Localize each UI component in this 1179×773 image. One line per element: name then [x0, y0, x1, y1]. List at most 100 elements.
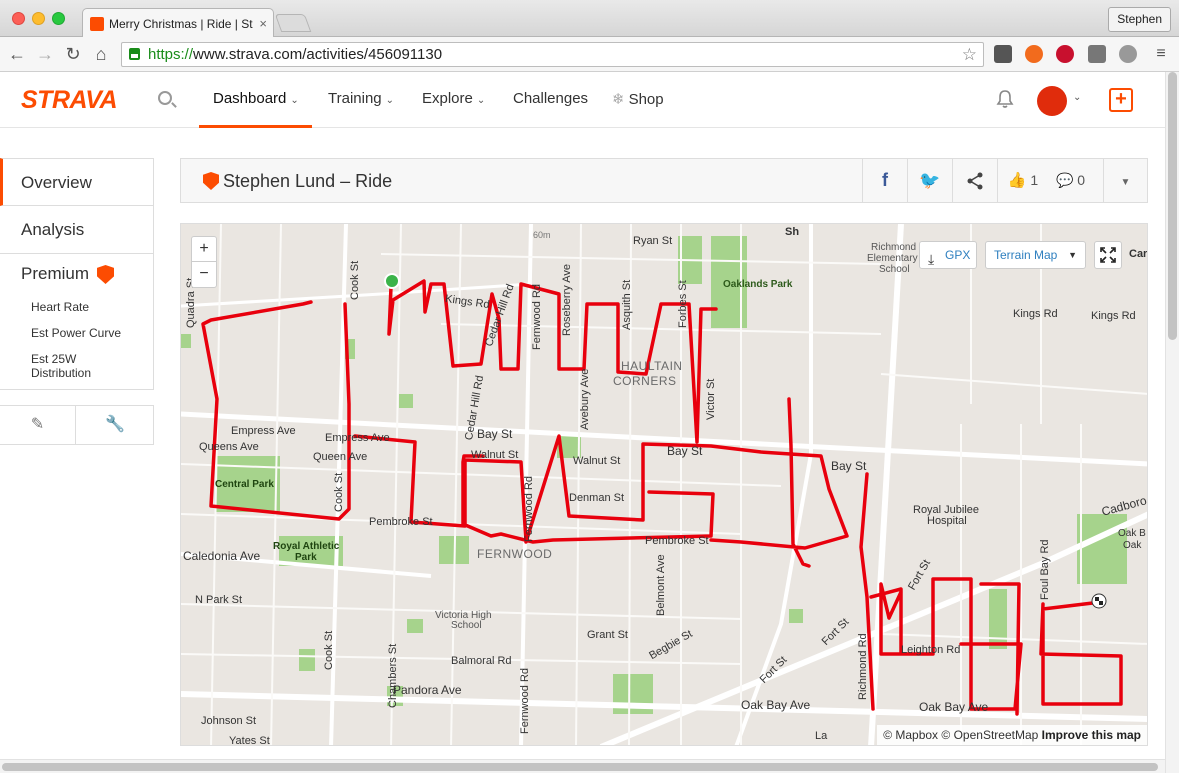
- avatar[interactable]: [1037, 86, 1067, 116]
- home-icon[interactable]: ⌂: [90, 43, 112, 65]
- page-vertical-scrollbar[interactable]: [1165, 72, 1179, 773]
- share-facebook-button[interactable]: f: [862, 159, 907, 202]
- fullscreen-button[interactable]: [1094, 241, 1122, 269]
- kudos-button[interactable]: 👍 1: [997, 159, 1048, 202]
- chevron-down-icon: ⌄: [476, 95, 486, 106]
- sidebar-item-heart-rate[interactable]: Heart Rate: [21, 300, 153, 314]
- share-twitter-button[interactable]: 🐦: [907, 159, 952, 202]
- share-button[interactable]: [952, 159, 997, 202]
- activity-header: Stephen Lund – Ride f 🐦 👍 1 💬 0 ▼: [180, 158, 1148, 203]
- bookmark-star-icon[interactable]: ☆: [962, 43, 977, 66]
- forward-arrow-icon[interactable]: →: [34, 43, 56, 65]
- download-icon: ⤓: [928, 251, 935, 267]
- back-arrow-icon[interactable]: ←: [6, 43, 28, 65]
- map-label: Oaklands Park: [723, 279, 793, 290]
- strava-logo[interactable]: STRAVA: [21, 86, 118, 115]
- zoom-out-button[interactable]: −: [192, 262, 216, 287]
- improve-map-link[interactable]: Improve this map: [1042, 728, 1141, 742]
- url-text: www.strava.com/activities/456091130: [193, 46, 443, 63]
- comment-count: 0: [1077, 172, 1086, 188]
- film-extension-icon[interactable]: [1119, 45, 1137, 63]
- premium-badge-icon: [97, 265, 115, 285]
- sidebar-item-overview[interactable]: Overview: [0, 158, 154, 206]
- zoom-controls: + −: [191, 236, 217, 288]
- reload-icon[interactable]: ↻: [62, 43, 84, 65]
- search-icon[interactable]: [158, 91, 172, 105]
- map-label: N Park St: [195, 594, 243, 606]
- scrollbar-thumb[interactable]: [2, 763, 1158, 771]
- caret-down-icon: ▼: [1068, 250, 1077, 260]
- comment-icon: 💬: [1055, 172, 1074, 188]
- map-label: Fernwood Rd: [523, 475, 535, 542]
- strava-favicon-icon: [90, 17, 104, 31]
- edit-pencil-icon[interactable]: ✎: [0, 406, 76, 444]
- maximize-window-button[interactable]: [52, 12, 65, 25]
- browser-menu-icon[interactable]: ≡: [1150, 43, 1172, 65]
- map-label: Fernwood Rd: [531, 283, 543, 350]
- fire-extension-icon[interactable]: [1025, 45, 1043, 63]
- map-label: Balmoral Rd: [451, 655, 512, 667]
- adblock-extension-icon[interactable]: [1056, 45, 1074, 63]
- premium-label: Premium: [21, 264, 90, 283]
- nav-challenges[interactable]: Challenges: [513, 90, 588, 107]
- map-label: 60m: [533, 230, 551, 240]
- upload-activity-button[interactable]: +: [1109, 88, 1133, 112]
- map-label: La: [815, 730, 828, 742]
- close-window-button[interactable]: [12, 12, 25, 25]
- map-label: Belmont Ave: [655, 554, 667, 616]
- nav-dashboard[interactable]: Dashboard ⌄: [213, 90, 299, 107]
- lock-icon: [129, 48, 140, 60]
- map-label: Bay St: [667, 444, 703, 458]
- zoom-in-button[interactable]: +: [192, 237, 216, 262]
- wrench-icon[interactable]: 🔧: [77, 406, 153, 444]
- sidebar-item-premium[interactable]: Premium: [21, 260, 153, 288]
- sidebar-item-power-distribution[interactable]: Est 25W Distribution: [21, 352, 111, 380]
- comment-button[interactable]: 💬 0: [1048, 159, 1093, 202]
- thumbs-up-icon: 👍: [1007, 172, 1027, 189]
- nav-shop[interactable]: ❄ Shop: [612, 90, 664, 108]
- nav-explore[interactable]: Explore ⌄: [422, 90, 485, 107]
- mapbox-link[interactable]: © Mapbox: [883, 728, 938, 742]
- minimize-window-button[interactable]: [32, 12, 45, 25]
- share-icon: [967, 172, 983, 190]
- address-bar[interactable]: https://www.strava.com/activities/456091…: [121, 42, 984, 67]
- map-label: School: [451, 620, 482, 631]
- map-label: Richmond Rd: [857, 633, 869, 700]
- route-finish-marker[interactable]: [1091, 593, 1107, 609]
- browser-tab[interactable]: Merry Christmas | Ride | St ×: [82, 8, 274, 38]
- map-label: Oak Bay Ave: [741, 698, 811, 712]
- page-horizontal-scrollbar[interactable]: [0, 759, 1165, 773]
- map-type-dropdown[interactable]: Terrain Map ▼: [985, 241, 1086, 269]
- osm-link[interactable]: © OpenStreetMap: [941, 728, 1038, 742]
- new-tab-button[interactable]: [274, 14, 312, 32]
- map-label: Cook St: [333, 472, 345, 512]
- chevron-down-icon: ⌄: [385, 95, 395, 106]
- map-label: Oak: [1123, 540, 1142, 551]
- scrollbar-thumb[interactable]: [1168, 72, 1177, 340]
- map-type-label: Terrain Map: [994, 248, 1058, 262]
- map-label: Bay St: [477, 427, 513, 441]
- tab-title: Merry Christmas | Ride | St: [109, 17, 253, 31]
- sidebar-item-analysis[interactable]: Analysis: [0, 206, 154, 254]
- map-label: Kings Rd: [1091, 310, 1136, 322]
- map-label: Sh: [785, 226, 800, 238]
- route-start-marker[interactable]: [384, 273, 400, 289]
- browser-titlebar: Merry Christmas | Ride | St × Stephen: [0, 0, 1179, 38]
- tab-close-icon[interactable]: ×: [259, 9, 267, 38]
- activity-map[interactable]: Ryan St Kings Rd Kings Rd Kings Rd Oakla…: [180, 223, 1148, 746]
- map-label: Yates St: [229, 735, 270, 746]
- puzzle-extension-icon[interactable]: [1088, 45, 1106, 63]
- evernote-extension-icon[interactable]: [994, 45, 1012, 63]
- browser-profile-button[interactable]: Stephen: [1108, 7, 1171, 32]
- chevron-down-icon[interactable]: ⌄: [1073, 92, 1081, 103]
- activity-sidebar: Overview Analysis Premium Heart Rate Est…: [0, 158, 154, 445]
- map-label: Ryan St: [633, 235, 673, 247]
- gpx-download-button[interactable]: ⤓ GPX: [919, 241, 977, 269]
- nav-training[interactable]: Training ⌄: [328, 90, 394, 107]
- map-label: School: [879, 264, 910, 275]
- sidebar-item-power-curve[interactable]: Est Power Curve: [21, 326, 153, 340]
- map-label: CORNERS: [613, 374, 677, 388]
- more-actions-button[interactable]: ▼: [1103, 159, 1147, 202]
- map-label: Cook St: [323, 630, 335, 670]
- notifications-bell-icon[interactable]: [995, 89, 1015, 109]
